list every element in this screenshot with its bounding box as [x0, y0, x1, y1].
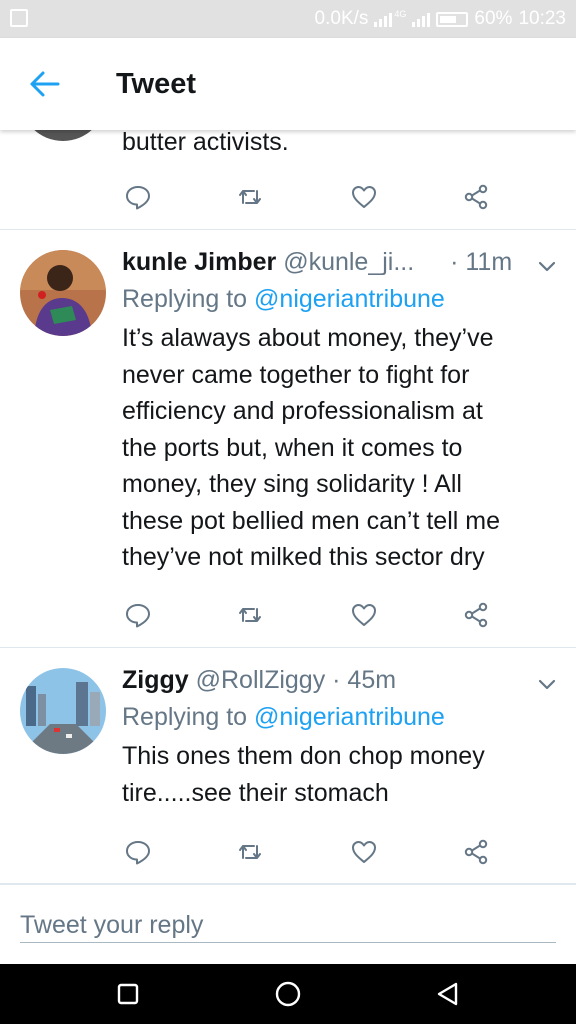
- status-bar: 0.0K/s 4G 60% 10:23: [0, 0, 576, 38]
- app-header: Tweet: [0, 38, 576, 130]
- retweet-icon[interactable]: [236, 601, 264, 629]
- tweet-actions: [124, 601, 488, 631]
- clock: 10:23: [518, 8, 566, 29]
- avatar[interactable]: [20, 250, 106, 336]
- tweet-line: money, they sing solidarity ! All: [122, 470, 462, 498]
- reply-icon[interactable]: [124, 183, 152, 211]
- replying-to: Replying to @nigeriantribune: [122, 703, 445, 732]
- tweet-text: This ones them don chop money tire.....s…: [122, 738, 552, 811]
- share-icon[interactable]: [462, 838, 490, 866]
- user-name[interactable]: kunle Jimber: [122, 248, 276, 276]
- user-handle[interactable]: @kunle_ji...: [283, 248, 414, 276]
- mention-link[interactable]: @nigeriantribune: [254, 285, 445, 313]
- reply-input[interactable]: [20, 909, 556, 943]
- replying-prefix: Replying to: [122, 703, 255, 731]
- reply-icon[interactable]: [124, 838, 152, 866]
- page-title: Tweet: [116, 68, 197, 100]
- avatar[interactable]: [20, 130, 106, 141]
- timestamp: · 45m: [332, 666, 397, 694]
- tweet-line: these pot bellied men can’t tell me: [122, 506, 500, 535]
- timestamp: · 11m: [450, 248, 513, 276]
- tweet-item[interactable]: butter activists.: [0, 130, 576, 230]
- tweet-actions: [124, 838, 488, 868]
- conversation-list[interactable]: butter activists. kunle Jimber @kunle_ji…: [0, 130, 576, 964]
- like-icon[interactable]: [350, 601, 378, 629]
- retweet-icon[interactable]: [236, 838, 264, 866]
- screenshot-icon: [10, 9, 28, 27]
- tweet-line: It’s alaways about money, they’ve: [122, 324, 494, 352]
- user-handle[interactable]: @RollZiggy: [196, 666, 326, 694]
- tweet-line: tire.....see their stomach: [122, 778, 389, 807]
- share-icon[interactable]: [462, 183, 490, 211]
- tweet-item[interactable]: Ziggy @RollZiggy · 45m Replying to @nige…: [0, 648, 576, 884]
- arrow-left-icon[interactable]: [28, 68, 62, 100]
- back-icon[interactable]: [434, 980, 462, 1008]
- mention-link[interactable]: @nigeriantribune: [254, 703, 445, 731]
- replying-to: Replying to @nigeriantribune: [122, 285, 445, 314]
- tweet-line: efficiency and professionalism at: [122, 397, 483, 425]
- chevron-down-icon[interactable]: [538, 260, 556, 272]
- retweet-icon[interactable]: [236, 183, 264, 211]
- system-nav-bar: [0, 964, 576, 1024]
- home-icon[interactable]: [274, 980, 302, 1008]
- share-icon[interactable]: [462, 601, 490, 629]
- like-icon[interactable]: [350, 183, 378, 211]
- reply-icon[interactable]: [124, 601, 152, 629]
- signal-icon-2: [412, 11, 431, 27]
- network-speed: 0.0K/s: [314, 8, 369, 29]
- tweet-line: the ports but, when it comes to: [122, 433, 463, 462]
- reply-composer: [0, 884, 576, 964]
- battery-icon: [436, 11, 469, 27]
- replying-prefix: Replying to: [122, 285, 255, 313]
- tweet-text: butter activists.: [122, 130, 289, 156]
- like-icon[interactable]: [350, 838, 378, 866]
- tweet-item[interactable]: kunle Jimber @kunle_ji... · 11m Replying…: [0, 230, 576, 648]
- tweet-header: kunle Jimber @kunle_ji... · 11m: [122, 248, 512, 277]
- signal-icon: [374, 11, 393, 27]
- tweet-text: It’s alaways about money, they’ve never …: [122, 320, 552, 576]
- tweet-line: they’ve not milked this sector dry: [122, 543, 485, 571]
- user-name[interactable]: Ziggy: [122, 666, 189, 694]
- tweet-line: This ones them don chop money: [122, 742, 485, 770]
- tweet-line: never came together to fight for: [122, 360, 470, 389]
- network-type: 4G: [394, 9, 407, 19]
- battery-level: 60%: [474, 8, 513, 29]
- recents-icon[interactable]: [114, 980, 142, 1008]
- status-indicators: 0.0K/s 4G 60% 10:23: [315, 8, 566, 30]
- avatar[interactable]: [20, 668, 106, 754]
- tweet-header: Ziggy @RollZiggy · 45m: [122, 666, 396, 695]
- tweet-actions: [124, 183, 488, 213]
- chevron-down-icon[interactable]: [538, 678, 556, 690]
